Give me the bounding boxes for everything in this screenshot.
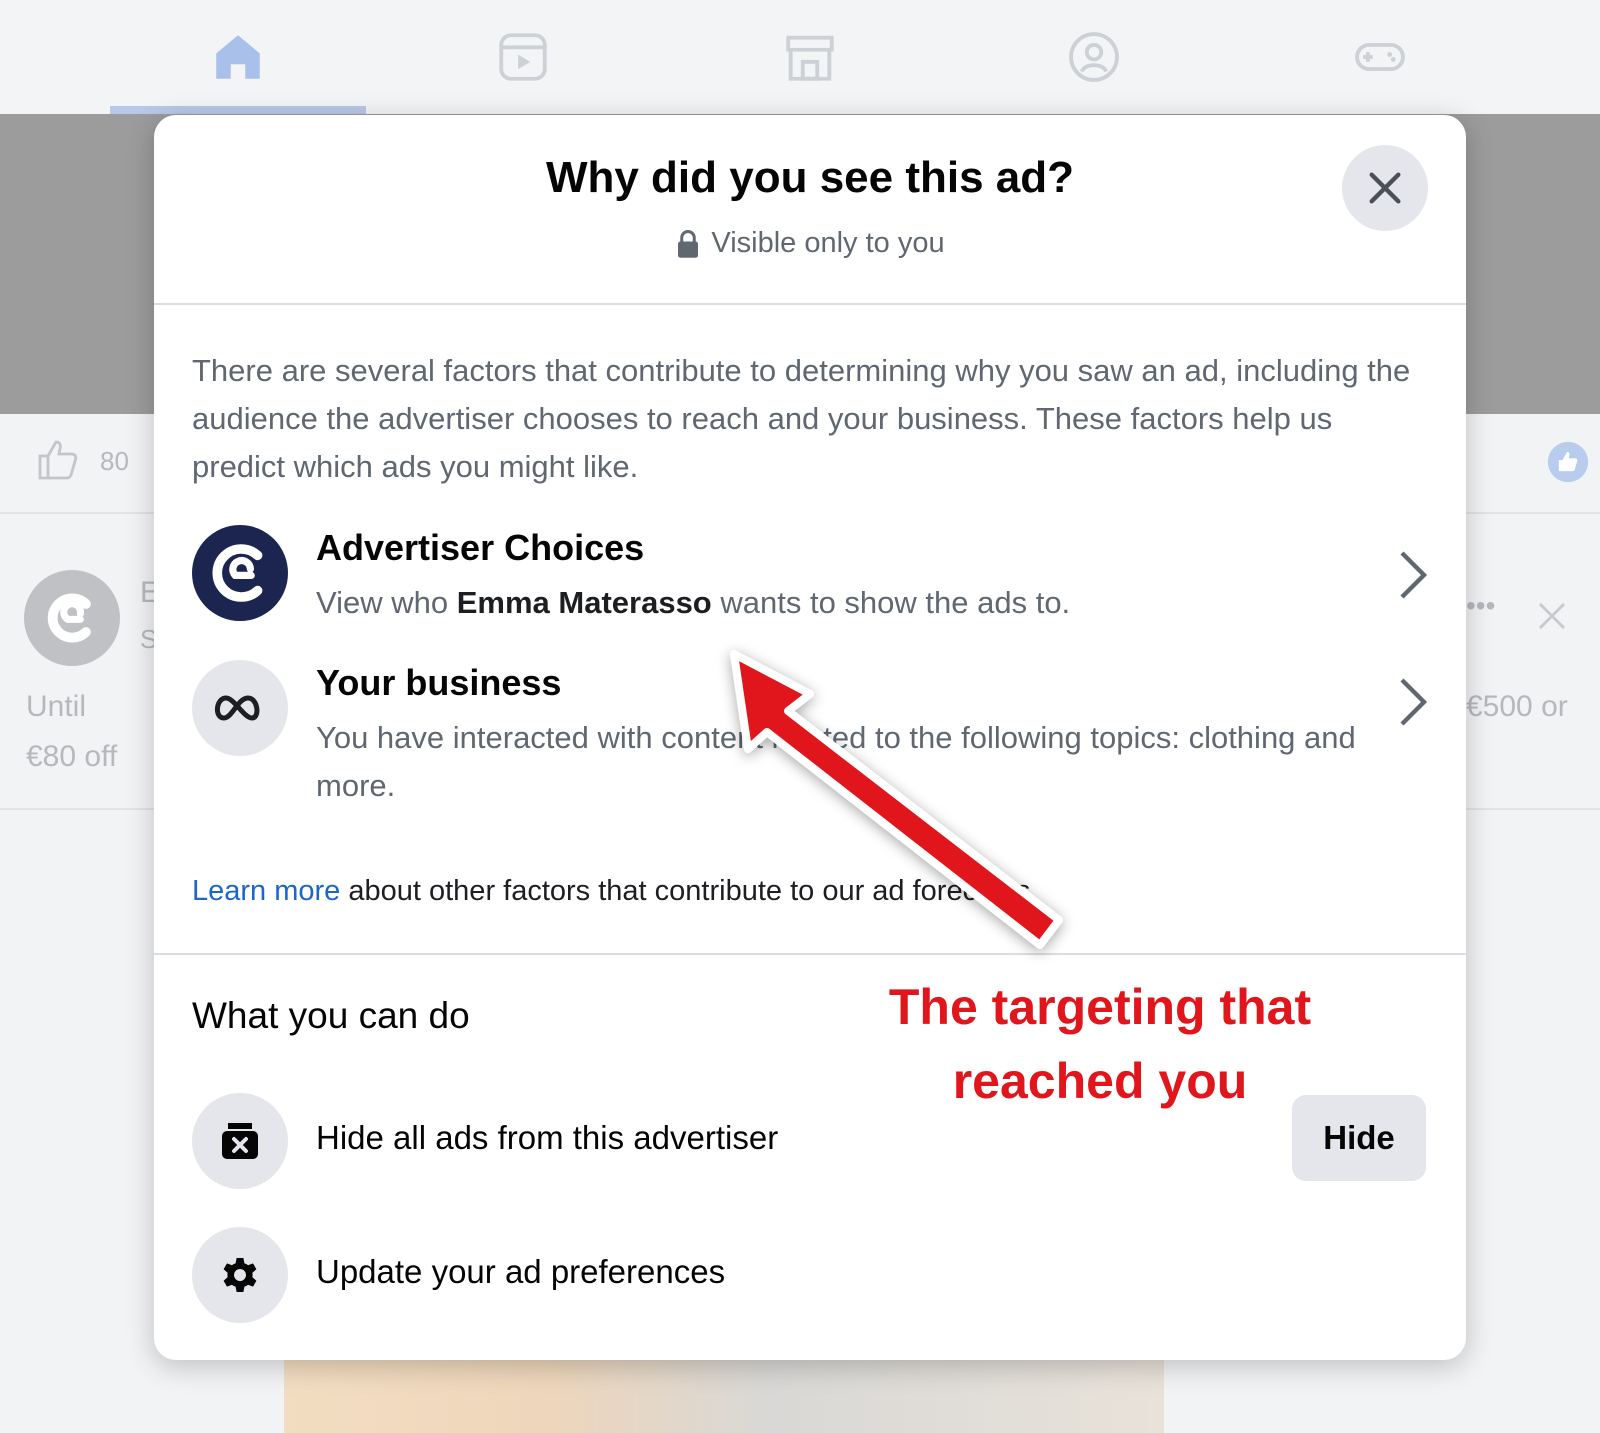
- video-icon: [499, 33, 547, 81]
- more-options-icon[interactable]: •••: [1466, 590, 1495, 622]
- likes-count: 80: [100, 446, 129, 476]
- advertiser-avatar-background: [24, 570, 120, 666]
- annotation-line-1: The targeting that: [888, 979, 1312, 1035]
- hide-ad-icon-wrap: [192, 1093, 288, 1189]
- reason-title: Advertiser Choices: [316, 527, 645, 568]
- intro-text: There are several factors that contribut…: [192, 353, 1411, 484]
- chevron-right-icon: [1400, 551, 1428, 599]
- like-icon[interactable]: [34, 436, 82, 484]
- ad-preferences-row[interactable]: Update your ad preferences: [192, 1227, 1426, 1323]
- annotation-label: The targeting that reached you: [860, 970, 1340, 1118]
- hide-ad-icon: [222, 1123, 258, 1159]
- marketplace-icon: [786, 35, 834, 81]
- reason-title: Your business: [316, 662, 562, 703]
- chevron-right-icon: [1400, 678, 1428, 726]
- post-text-line1: Until: [26, 690, 87, 723]
- meta-infinity-icon: [215, 695, 260, 721]
- nav-tab-gaming[interactable]: [1252, 0, 1508, 114]
- reason-advertiser-choices[interactable]: Advertiser Choices View who Emma Materas…: [192, 525, 1432, 635]
- gear-icon-wrap: [192, 1227, 288, 1323]
- learn-more-line: Learn more about other factors that cont…: [192, 875, 1039, 907]
- learn-more-link[interactable]: Learn more: [192, 875, 340, 907]
- top-navigation: [0, 0, 1600, 114]
- dialog-header: Why did you see this ad? Visible only to…: [154, 115, 1466, 305]
- dialog-title: Why did you see this ad?: [545, 153, 1075, 202]
- nav-tab-groups[interactable]: [966, 0, 1222, 114]
- reason-description: You have interacted with content related…: [316, 720, 1356, 803]
- section-title: What you can do: [192, 995, 470, 1036]
- ad-explanation-dialog: Why did you see this ad? Visible only to…: [154, 115, 1466, 1360]
- groups-icon: [1069, 32, 1119, 82]
- ad-preferences-label: Update your ad preferences: [316, 1253, 726, 1290]
- section-divider: [154, 953, 1466, 955]
- gear-icon: [223, 1258, 257, 1292]
- nav-tab-video[interactable]: [395, 0, 651, 114]
- like-reaction-icon: [1547, 441, 1589, 483]
- advertiser-logo: [192, 525, 288, 621]
- close-post-icon[interactable]: [1534, 598, 1570, 634]
- emma-logo-icon: [212, 544, 263, 602]
- nav-tab-marketplace[interactable]: [682, 0, 938, 114]
- hide-advertiser-label: Hide all ads from this advertiser: [316, 1119, 779, 1156]
- nav-tab-home[interactable]: [110, 0, 366, 114]
- visibility-text: Visible only to you: [711, 227, 945, 259]
- visibility-note: Visible only to you: [154, 227, 1466, 260]
- close-icon: [1369, 172, 1401, 204]
- home-icon: [216, 35, 260, 79]
- advertiser-name: Emma Materasso: [456, 585, 712, 620]
- post-text-line2: €80 off: [26, 740, 118, 773]
- post-text-right: €500 or: [1466, 690, 1568, 723]
- meta-logo: [192, 660, 288, 756]
- post-image: [284, 1360, 1164, 1433]
- annotation-line-2: reached you: [952, 1053, 1248, 1109]
- gaming-icon: [1355, 42, 1405, 72]
- reason-your-business[interactable]: Your business You have interacted with c…: [192, 660, 1432, 810]
- close-button[interactable]: [1342, 145, 1428, 231]
- reason-description: View who Emma Materasso wants to show th…: [316, 585, 1071, 620]
- nav-active-indicator: [110, 106, 366, 114]
- lock-icon: [678, 229, 699, 258]
